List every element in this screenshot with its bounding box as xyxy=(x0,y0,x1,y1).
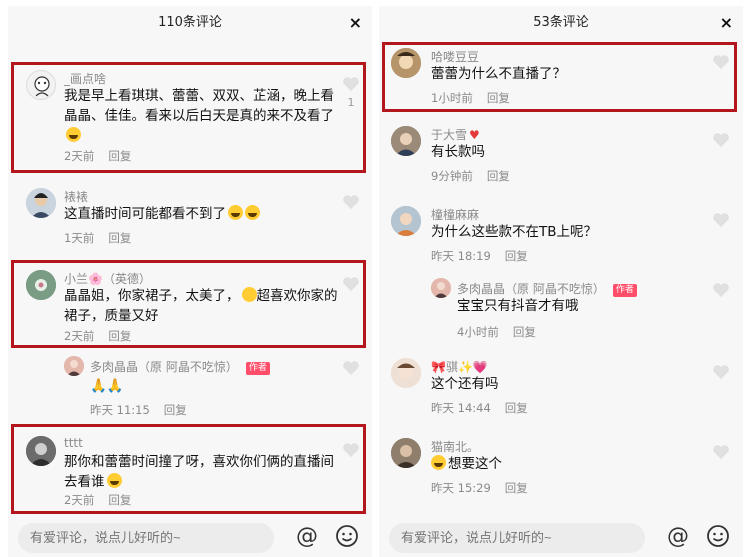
comment-time: 昨天 15:29 xyxy=(431,481,491,495)
screenshot-stage: 110条评论 × _画点啥 我是早上看琪琪、蕾蕾、双双、芷涵，晚上看晶晶、佳佳。… xyxy=(0,0,751,557)
at-icon[interactable]: @ xyxy=(665,523,691,549)
comment-meta: 昨天 11:15 回复 xyxy=(90,402,201,418)
comment-input-bar: @ xyxy=(8,517,372,557)
svg-text:@: @ xyxy=(296,524,318,549)
smiley-icon[interactable] xyxy=(705,523,731,549)
comments-count-title: 53条评论 xyxy=(533,15,589,30)
comment-text: 宝宝只有抖音才有哦 xyxy=(457,298,579,314)
highlight-box xyxy=(11,260,366,348)
at-icon[interactable]: @ xyxy=(294,523,320,549)
highlight-box xyxy=(382,42,737,112)
comment-username-text: 多肉晶晶（原 阿晶不吃惊） xyxy=(457,282,605,296)
heart-icon[interactable] xyxy=(712,364,730,380)
comment-reply-item: 多肉晶晶（原 阿晶不吃惊） 作者 🙏🙏 昨天 11:15 回复 xyxy=(8,350,372,424)
comment-meta: 9分钟前 回复 xyxy=(431,168,524,184)
avatar[interactable] xyxy=(391,358,421,388)
reply-button[interactable]: 回复 xyxy=(505,401,528,415)
avatar[interactable] xyxy=(391,126,421,156)
comment-username[interactable]: 多肉晶晶（原 阿晶不吃惊） 作者 xyxy=(90,358,270,375)
comment-username[interactable]: 于大雪 ♥ xyxy=(431,126,480,143)
reply-button[interactable]: 回复 xyxy=(513,325,536,339)
avatar[interactable] xyxy=(431,278,451,298)
close-icon[interactable]: × xyxy=(720,6,733,40)
comment-text-content: 想要这个 xyxy=(448,456,502,472)
comments-panel-right: 53条评论 × 哈喽豆豆 蕾蕾为什么不直播了？ 1小时前 回复 于大雪 ♥ 有长… xyxy=(379,6,743,557)
comment-text: 想要这个 xyxy=(431,454,711,474)
comment-time: 昨天 14:44 xyxy=(431,401,491,415)
comment-time: 4小时前 xyxy=(457,325,499,339)
comment-username-text: 于大雪 xyxy=(431,128,468,142)
heart-emoji-icon: ♥ xyxy=(469,128,480,142)
comment-text-content: 这直播时间可能都看不到了 xyxy=(64,206,226,222)
comments-header: 53条评论 × xyxy=(379,6,743,40)
comment-item: 🎀骐✨💗 这个还有吗 昨天 14:44 回复 xyxy=(379,352,743,420)
comment-time: 昨天 18:19 xyxy=(431,249,491,263)
author-badge: 作者 xyxy=(245,362,270,375)
comment-item: 裱裱 这直播时间可能都看不到了 1天前 回复 xyxy=(8,182,372,250)
avatar[interactable] xyxy=(391,206,421,236)
comment-input[interactable] xyxy=(389,523,645,553)
comment-username[interactable]: 裱裱 xyxy=(64,188,88,205)
reply-button[interactable]: 回复 xyxy=(505,249,528,263)
highlight-box xyxy=(11,424,366,514)
comment-username-text: 多肉晶晶（原 阿晶不吃惊） xyxy=(90,360,238,374)
comment-time: 9分钟前 xyxy=(431,169,473,183)
comment-text: 为什么这些款不在TB上呢？ xyxy=(431,224,598,240)
close-icon[interactable]: × xyxy=(349,6,362,40)
heart-icon[interactable] xyxy=(342,194,360,210)
crying-laugh-emoji-icon xyxy=(228,205,243,220)
comment-username[interactable]: 多肉晶晶（原 阿晶不吃惊） 作者 xyxy=(457,280,637,297)
crying-laugh-emoji-icon xyxy=(245,205,260,220)
avatar[interactable] xyxy=(26,188,56,218)
comment-username[interactable]: 🎀骐✨💗 xyxy=(431,358,488,375)
comment-input[interactable] xyxy=(18,523,274,553)
comment-text: 有长款吗 xyxy=(431,144,485,160)
comment-meta: 1天前 回复 xyxy=(64,230,145,246)
comment-time: 1天前 xyxy=(64,231,95,245)
reply-button[interactable]: 回复 xyxy=(164,403,187,417)
comments-count-title: 110条评论 xyxy=(158,15,222,30)
comment-username[interactable]: 橦橦麻麻 xyxy=(431,206,479,223)
heart-icon[interactable] xyxy=(712,132,730,148)
avatar[interactable] xyxy=(391,438,421,468)
comment-meta: 昨天 14:44 回复 xyxy=(431,400,542,416)
highlight-box xyxy=(11,62,366,173)
reply-button[interactable]: 回复 xyxy=(487,169,510,183)
comment-item: 于大雪 ♥ 有长款吗 9分钟前 回复 xyxy=(379,122,743,190)
comment-input-bar: @ xyxy=(379,517,743,557)
comment-time: 昨天 11:15 xyxy=(90,403,150,417)
reply-button[interactable]: 回复 xyxy=(108,231,131,245)
svg-text:@: @ xyxy=(667,524,689,549)
comment-item: 猫南北。 想要这个 昨天 15:29 回复 xyxy=(379,432,743,500)
comment-username[interactable]: 猫南北。 xyxy=(431,438,479,455)
avatar[interactable] xyxy=(64,356,84,376)
heart-icon[interactable] xyxy=(712,282,730,298)
comment-meta: 昨天 15:29 回复 xyxy=(431,480,542,496)
heart-icon[interactable] xyxy=(712,212,730,228)
comment-meta: 昨天 18:19 回复 xyxy=(431,248,542,264)
comment-item: 橦橦麻麻 为什么这些款不在TB上呢？ 昨天 18:19 回复 xyxy=(379,202,743,270)
comment-reply-item: 多肉晶晶（原 阿晶不吃惊） 作者 宝宝只有抖音才有哦 4小时前 回复 xyxy=(379,272,743,346)
comments-panel-left: 110条评论 × _画点啥 我是早上看琪琪、蕾蕾、双双、芷涵，晚上看晶晶、佳佳。… xyxy=(8,6,372,557)
comments-header: 110条评论 × xyxy=(8,6,372,40)
comment-text: 这直播时间可能都看不到了 xyxy=(64,204,340,224)
crying-emoji-icon xyxy=(431,455,446,470)
heart-icon[interactable] xyxy=(342,360,360,376)
comment-text: 🙏🙏 xyxy=(90,378,124,394)
reply-button[interactable]: 回复 xyxy=(505,481,528,495)
comment-meta: 4小时前 回复 xyxy=(457,324,550,340)
comment-text: 这个还有吗 xyxy=(431,376,499,392)
heart-icon[interactable] xyxy=(712,444,730,460)
smiley-icon[interactable] xyxy=(334,523,360,549)
